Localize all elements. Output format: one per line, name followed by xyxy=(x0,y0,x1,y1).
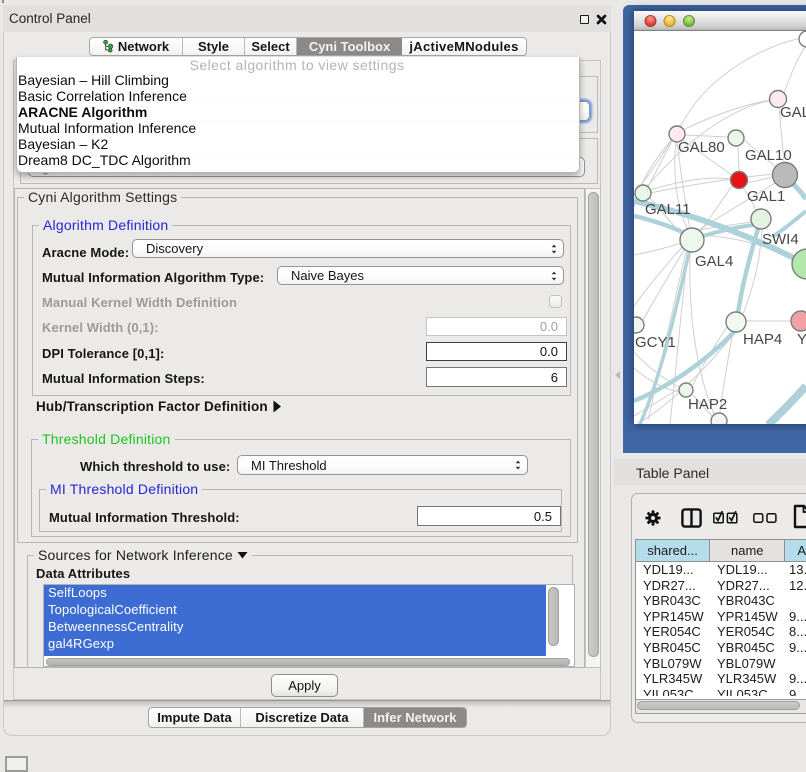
svg-text:GAL11: GAL11 xyxy=(645,201,691,218)
svg-text:HAP2: HAP2 xyxy=(688,396,727,413)
svg-text:SWI4: SWI4 xyxy=(762,231,799,248)
svg-text:GAL4: GAL4 xyxy=(695,253,733,270)
svg-text:Y: Y xyxy=(797,331,806,348)
svg-text:GAL7: GAL7 xyxy=(780,104,806,121)
svg-text:GAL1: GAL1 xyxy=(747,188,785,205)
svg-text:GCY1: GCY1 xyxy=(635,334,676,351)
svg-text:HAP4: HAP4 xyxy=(743,331,782,348)
svg-text:GAL80: GAL80 xyxy=(678,139,725,156)
svg-text:GAL10: GAL10 xyxy=(745,147,792,164)
